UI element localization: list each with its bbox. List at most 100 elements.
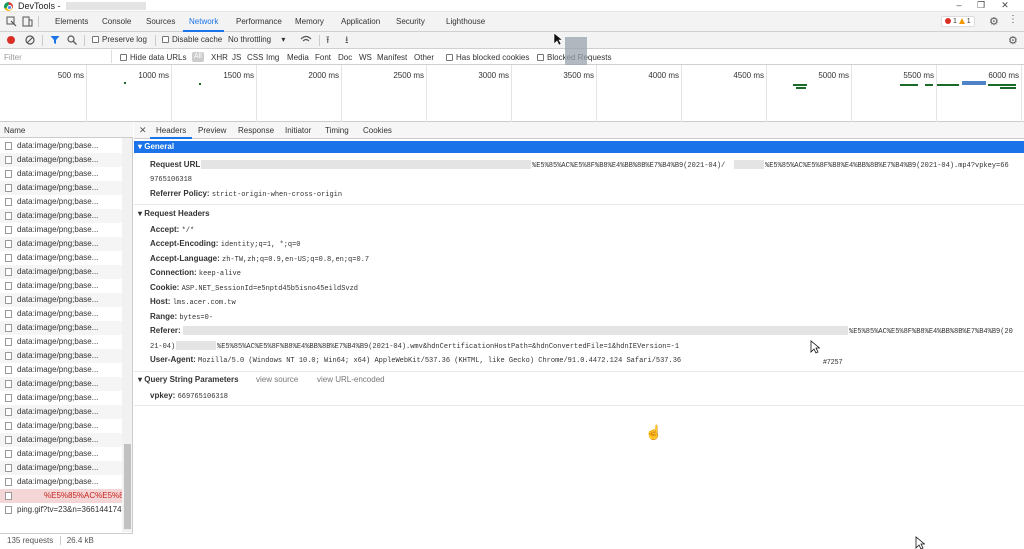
request-row[interactable]: data:image/png;base... [0,279,122,293]
import-har-icon[interactable]: ⭱ [326,33,330,50]
tab-sources[interactable]: Sources [146,17,175,26]
request-row[interactable]: data:image/png;base... [0,293,122,307]
request-row[interactable]: data:image/png;base... [0,433,122,447]
request-row[interactable]: data:image/png;base... [0,139,122,153]
tab-security[interactable]: Security [396,17,425,26]
close-icon[interactable]: ✕ [996,0,1014,11]
file-icon [5,464,12,472]
request-row[interactable]: data:image/png;base... [0,391,122,405]
request-url-value-part2[interactable]: %E5%85%AC%E5%8F%B8%E4%BB%8B%E7%B4%B9(202… [765,160,1009,170]
filter-type-xhr[interactable]: XHR [211,53,228,62]
filter-type-css[interactable]: CSS [247,53,263,62]
filter-type-font[interactable]: Font [315,53,331,62]
network-settings-gear-icon[interactable]: ⚙ [1008,34,1018,47]
request-name: data:image/png;base... [17,239,99,248]
network-overview-timeline[interactable]: 500 ms 1000 ms 1500 ms 2000 ms 2500 ms 3… [0,65,1024,122]
request-row[interactable]: data:image/png;base... [0,405,122,419]
filter-type-other[interactable]: Other [414,53,434,62]
tab-preview[interactable]: Preview [198,126,226,135]
device-toolbar-icon[interactable] [22,16,33,27]
request-row[interactable]: data:image/png;base... [0,181,122,195]
filter-type-doc[interactable]: Doc [338,53,352,62]
request-row[interactable]: data:image/png;base... [0,363,122,377]
tab-network[interactable]: Network [182,17,225,32]
clear-icon[interactable] [25,35,35,45]
name-column-header[interactable]: Name [0,122,133,138]
request-row[interactable]: data:image/png;base... [0,265,122,279]
tab-lighthouse[interactable]: Lighthouse [446,17,485,26]
referer-value-part1[interactable]: %E5%85%AC%E5%8F%B8%E4%BB%8B%E7%B4%B9(20 [849,326,1013,336]
tab-headers[interactable]: Headers [149,126,193,139]
request-row[interactable]: data:image/png;base... [0,447,122,461]
filter-type-ws[interactable]: WS [359,53,372,62]
view-source-link[interactable]: view source [256,375,298,384]
minimize-icon[interactable]: – [950,0,968,11]
export-har-icon[interactable]: ⭳ [345,33,349,50]
filter-type-js[interactable]: JS [232,53,241,62]
search-icon[interactable] [67,35,77,45]
request-row[interactable]: data:image/png;base... [0,223,122,237]
request-row[interactable]: data:image/png;base... [0,251,122,265]
request-url-value-part1[interactable]: %E5%85%AC%E5%8F%B8%E4%BB%8B%E7%B4%B9(202… [532,160,725,170]
view-url-encoded-link[interactable]: view URL-encoded [317,375,385,384]
tab-console[interactable]: Console [102,17,131,26]
filter-type-all[interactable]: All [192,52,204,62]
arrow-cursor-icon [810,340,820,354]
throttling-select[interactable]: No throttling ▾ [228,35,285,44]
request-row[interactable]: data:image/png;base... [0,153,122,167]
request-name: data:image/png;base... [17,141,99,150]
request-row[interactable]: data:image/png;base... [0,335,122,349]
referer-value-part2[interactable]: 21-04) [150,341,175,351]
disable-cache-checkbox[interactable]: Disable cache [162,35,222,44]
query-string-section-header[interactable]: ▾ Query String Parameters [138,375,239,384]
request-row[interactable]: data:image/png;base... [0,195,122,209]
scrollbar-thumb[interactable] [124,444,131,529]
has-blocked-cookies-checkbox[interactable]: Has blocked cookies [446,53,529,62]
request-row[interactable]: data:image/png;base... [0,377,122,391]
tick-label: 2000 ms [308,71,339,80]
request-row[interactable]: data:image/png;base... [0,237,122,251]
tab-memory[interactable]: Memory [295,17,324,26]
general-section-header[interactable]: ▾ General [134,141,1024,153]
network-toolbar: Preserve log Disable cache No throttling… [0,32,1024,49]
request-row[interactable]: ping.gif?tv=23&n=366144174 [0,503,122,517]
tab-timing[interactable]: Timing [325,126,349,135]
request-row[interactable]: data:image/png;base... [0,461,122,475]
preserve-log-checkbox[interactable]: Preserve log [92,35,147,44]
tab-performance[interactable]: Performance [236,17,282,26]
devtools-panel-tabs: Elements Console Sources Network Perform… [0,12,1024,32]
tab-cookies[interactable]: Cookies [363,126,392,135]
close-details-icon[interactable]: ✕ [139,125,147,136]
more-options-icon[interactable]: ⋮ [1008,14,1018,25]
request-row[interactable]: data:image/png;base... [0,475,122,489]
network-conditions-icon[interactable] [300,35,312,45]
tab-response[interactable]: Response [238,126,274,135]
filter-type-media[interactable]: Media [287,53,309,62]
request-row[interactable]: data:image/png;base... [0,349,122,363]
hide-data-urls-checkbox[interactable]: Hide data URLs [120,53,186,62]
request-row[interactable]: %E5%85%AC%E5%8F [0,489,122,503]
filter-icon[interactable] [50,35,60,45]
tab-initiator[interactable]: Initiator [285,126,311,135]
request-row[interactable]: data:image/png;base... [0,167,122,181]
hand-cursor-icon: ☝ [645,424,663,440]
request-row[interactable]: data:image/png;base... [0,321,122,335]
inspect-element-icon[interactable] [6,16,17,27]
request-row[interactable]: data:image/png;base... [0,209,122,223]
tab-application[interactable]: Application [341,17,380,26]
filter-type-manifest[interactable]: Manifest [377,53,407,62]
request-headers-section-header[interactable]: ▾ Request Headers [138,209,210,218]
restore-icon[interactable]: ❐ [972,0,990,11]
settings-gear-icon[interactable]: ⚙ [989,15,999,28]
request-row[interactable]: data:image/png;base... [0,307,122,321]
issues-badge[interactable]: 1 1 [941,16,975,27]
request-row[interactable]: data:image/png;base... [0,419,122,433]
filter-input[interactable]: Filter [0,50,112,63]
referer-value-part3[interactable]: %E5%85%AC%E5%8F%B8%E4%BB%8B%E7%B4%B9(202… [217,341,679,351]
file-icon [5,254,12,262]
tab-elements[interactable]: Elements [55,17,88,26]
request-url-value-part3[interactable]: 9765106318 [150,174,192,184]
filter-type-img[interactable]: Img [266,53,279,62]
request-name: data:image/png;base... [17,225,99,234]
record-icon[interactable] [6,35,16,45]
